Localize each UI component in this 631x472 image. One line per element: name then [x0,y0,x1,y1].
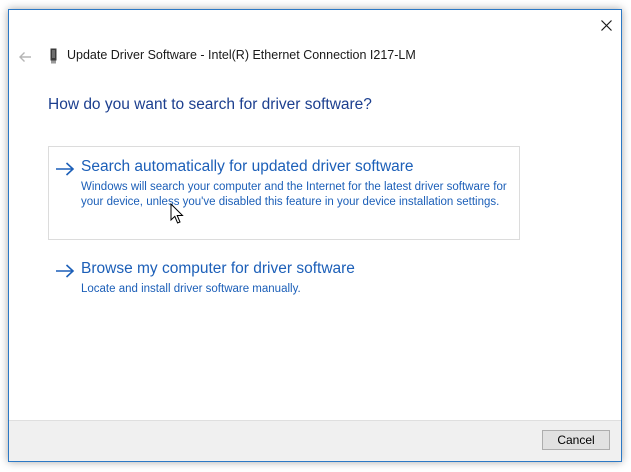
back-button[interactable] [14,46,36,68]
page-heading: How do you want to search for driver sof… [48,96,372,113]
option-browse-computer[interactable]: Browse my computer for driver software L… [48,248,520,302]
option-title: Browse my computer for driver software [81,260,355,277]
arrow-right-icon [56,264,75,278]
network-device-icon [50,48,57,64]
dialog-footer: Cancel [9,420,621,461]
dialog-window: Update Driver Software - Intel(R) Ethern… [8,9,622,462]
option-description: Locate and install driver software manua… [81,283,301,295]
option-search-automatically[interactable]: Search automatically for updated driver … [48,146,520,240]
close-button[interactable] [591,10,621,40]
window-title: Update Driver Software - Intel(R) Ethern… [67,48,416,62]
close-icon [600,19,612,31]
title-bar [9,10,621,40]
option-description: Windows will search your computer and th… [81,181,507,208]
back-arrow-icon [19,52,31,62]
option-title: Search automatically for updated driver … [81,158,414,175]
arrow-right-icon [56,162,75,176]
cancel-button[interactable]: Cancel [542,430,610,450]
mouse-cursor-icon [170,203,184,224]
